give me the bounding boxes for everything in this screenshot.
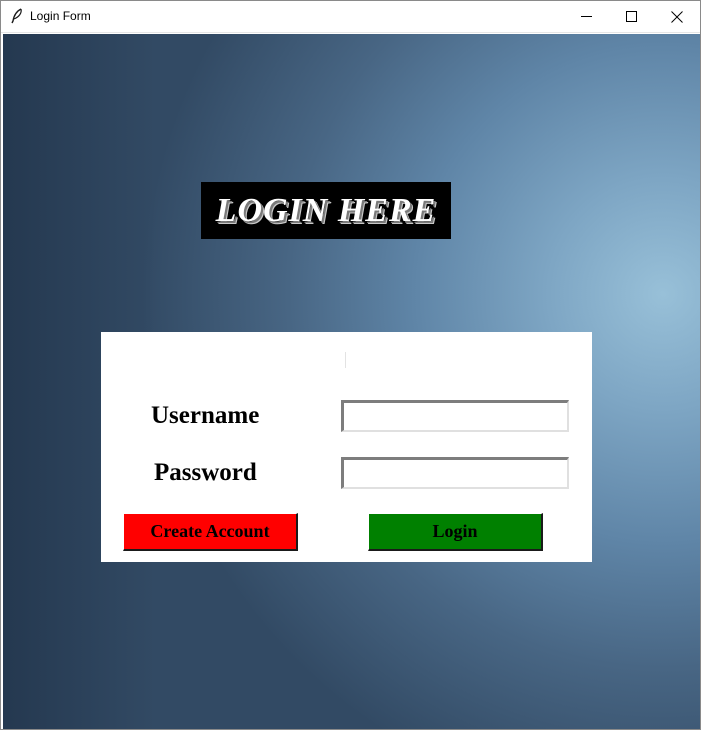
login-panel: Username Password Create Account Login: [101, 332, 592, 562]
username-input[interactable]: [341, 400, 569, 432]
password-label: Password: [154, 459, 257, 486]
window-title: Login Form: [30, 9, 91, 23]
close-button[interactable]: [654, 1, 700, 32]
feather-icon: [10, 8, 24, 24]
login-banner: LOGIN HERE: [201, 182, 451, 239]
banner-title: LOGIN HERE: [215, 191, 437, 229]
minimize-button[interactable]: [563, 1, 609, 32]
maximize-button[interactable]: [608, 1, 654, 32]
create-account-button[interactable]: Create Account: [123, 513, 298, 551]
divider: [345, 352, 346, 368]
password-input[interactable]: [341, 457, 569, 489]
minimize-icon: [580, 16, 592, 17]
login-button[interactable]: Login: [368, 513, 543, 551]
title-bar[interactable]: Login Form: [1, 1, 700, 33]
username-label: Username: [151, 402, 260, 429]
close-icon: [671, 10, 683, 23]
maximize-icon: [625, 11, 637, 22]
app-window: Login Form LOGIN HERE Username Password …: [0, 0, 701, 730]
